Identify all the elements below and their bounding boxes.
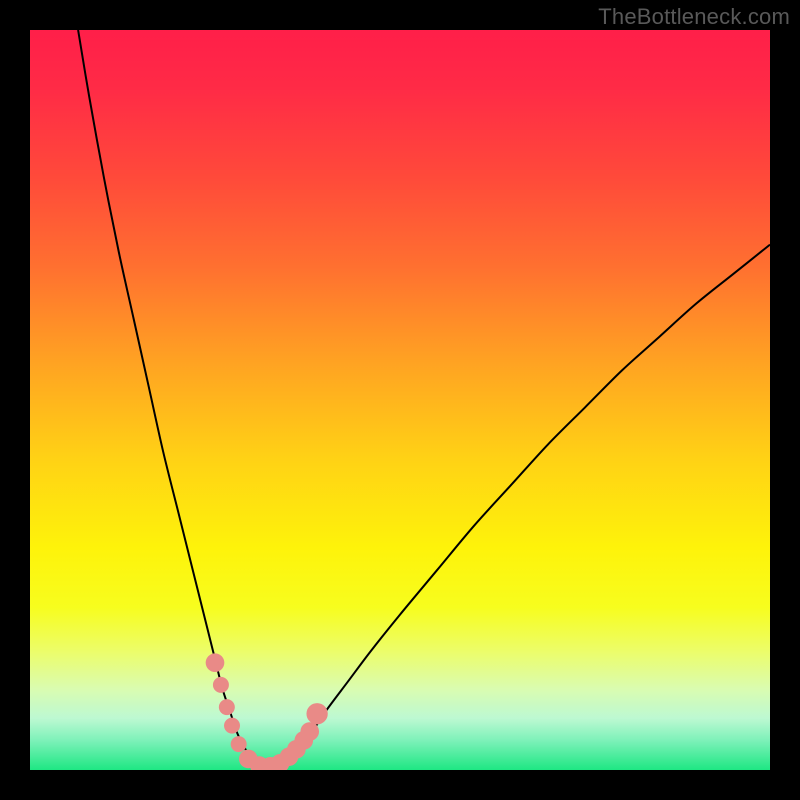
marker-dot xyxy=(306,703,327,724)
chart-svg xyxy=(30,30,770,770)
watermark-text: TheBottleneck.com xyxy=(598,4,790,30)
marker-dot xyxy=(224,718,240,734)
plot-area xyxy=(30,30,770,770)
marker-dot xyxy=(231,736,247,752)
marker-dot xyxy=(300,722,319,741)
chart-frame: TheBottleneck.com xyxy=(0,0,800,800)
marker-dot xyxy=(213,677,229,693)
gradient-background xyxy=(30,30,770,770)
marker-dot xyxy=(206,653,225,672)
marker-dot xyxy=(219,699,235,715)
